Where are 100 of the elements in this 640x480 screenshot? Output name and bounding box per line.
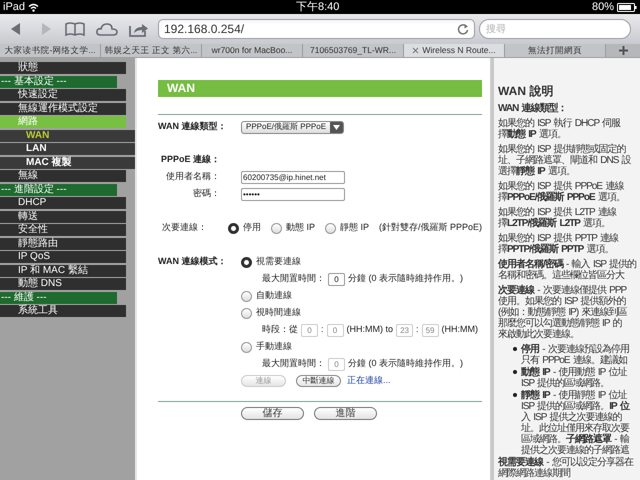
help-text: 址、子網路遮罩、閘道和 DNS 設 [498,155,632,166]
help-text: ISP 提供的區域網路。IP 位 [521,401,630,412]
field-label: (HH:MM) to [346,323,394,336]
plus-icon[interactable] [618,46,628,55]
action-button[interactable]: 中斷連線 [296,375,341,387]
bullet-icon [513,393,517,397]
field-label: : [321,323,324,336]
menu-item[interactable]: DHCP [0,197,126,209]
menu-item[interactable]: IP QoS [0,251,126,263]
form-button[interactable]: 儲存 [241,407,304,420]
clock-time: 下午8:40 [296,2,340,12]
help-text: 網際網路連線期間 [498,468,572,479]
menu-item[interactable]: 轉送 [0,210,126,222]
close-icon[interactable] [412,47,420,54]
field-label: 密碼： [192,187,220,200]
radio-label: 動態 IP [286,221,315,234]
help-text: 選擇靜態 IP 選項。 [498,166,576,177]
radio-label: 視時間連線 [256,306,301,320]
browser-tab[interactable]: 韩娱之天王 正文 第六... [101,44,202,57]
submenu-item[interactable]: LAN [0,143,135,155]
menu-item[interactable]: 安全性 [0,224,126,236]
wifi-icon [28,2,40,12]
field-label: (HH:MM) [442,323,478,336]
menu-section-header: --- 基本設定 --- [0,76,117,88]
menu-item[interactable]: 狀態 [0,62,126,74]
radio-button[interactable] [324,222,336,234]
help-text: 來啟動此次要連線。 [498,329,580,340]
help-text: 使用。如果您的 ISP 提供額外的 [498,296,627,307]
menu-item[interactable]: 靜態路由 [0,238,126,250]
browser-tab[interactable]: 7106503769_TL-WR... [303,44,404,57]
menu-item[interactable]: 無線 [0,170,126,182]
radio-button[interactable] [241,308,252,318]
help-text: 擇L2TP/俄羅斯 L2TP 選項。 [498,218,612,229]
help-text: 如果您的 ISP 執行 DHCP 伺服 [498,118,622,129]
radio-button[interactable] [228,222,239,234]
battery-icon [617,2,637,12]
menu-section-header: --- 維護 --- [0,292,117,304]
help-title: WAN 說明 [498,84,554,98]
menu-item[interactable]: 快速設定 [0,89,126,101]
section-title-bar: WAN [158,80,482,97]
radio-button[interactable] [270,222,282,234]
help-text: 如果您的 ISP 提供 PPTP 連線 [498,233,620,244]
field-label: 分鐘 (0 表示隨時維持作用。) [348,357,464,370]
number-field[interactable]: 0 [328,272,345,286]
browser-tab[interactable]: wr700n for MacBoo... [202,44,303,57]
help-text: 那麼您可以勾選動態/靜態 IP 的 [498,318,623,329]
radio-label: 靜態 IP [340,221,369,234]
connection-status: 正在連線... [347,374,391,388]
reload-icon [457,23,469,35]
help-text: WAN 連線類型： [498,103,568,114]
username-field[interactable]: 60200735@ip.hinet.net [241,170,345,184]
help-text: 區域網路。子網路遮罩 - 輸 [521,434,630,445]
device-name: iPad [3,2,26,12]
note-text: (針對雙存/俄羅斯 PPPoE) [378,221,482,234]
menu-section-header: --- 進階設定 --- [0,184,117,196]
radio-button[interactable] [241,290,252,302]
field-label: 使用者名稱： [165,170,220,184]
radio-button[interactable] [241,342,252,352]
menu-item[interactable]: 系統工具 [0,305,126,317]
help-text: 只有 PPPoE 連線。建議如 [521,355,628,366]
menu-item[interactable]: 動態 DNS [0,278,126,290]
radio-label: 自動連線 [256,289,292,302]
field-label: 最大閒置時間： [262,272,325,286]
browser-tab[interactable]: 大家读书院-网络文学... [0,44,101,57]
radio-label: 手動連線 [256,340,292,354]
search-field[interactable]: 搜尋 [479,19,631,39]
dropdown-arrow-icon [333,124,340,130]
dropdown-select[interactable]: PPPoE/俄羅斯 PPPoE [241,120,344,134]
browser-tab[interactable]: 無法打開網頁 [505,44,606,57]
submenu-item[interactable]: MAC 複製 [0,156,135,168]
field-label: 分鐘 (0 表示隨時維持作用。) [348,272,464,286]
password-field[interactable]: •••••• [241,188,345,200]
field-label: 次要連線： [160,221,207,234]
book-icon[interactable] [64,19,86,39]
menu-item[interactable]: 無線運作模式設定 [0,102,126,114]
bullet-icon [513,370,517,374]
help-text: 名稱和密碼。這些欄位皆區分大 [498,270,626,281]
radio-button[interactable] [241,256,252,268]
help-text: 次要連線 - 次要連線僅提供 PPP [498,285,628,296]
help-text: 入 ISP 提供之次要連線的 [521,412,623,423]
field-label: 時段：從 [262,323,298,336]
radio-label: 視需要連線 [256,255,301,268]
help-text: 址。此位址僅用來存取次要 [521,423,630,434]
help-text: 靜態 IP - 使用靜態 IP 位址 [521,390,627,401]
help-text: (例如：動態/靜態 IP) 來連線到區 [498,307,628,318]
help-text: 擇PPTP/俄羅斯 PPTP 選項。 [498,244,615,255]
address-bar[interactable]: 192.168.0.254/ [158,19,475,39]
menu-item[interactable]: IP 和 MAC 繫結 [0,264,126,276]
bullet-icon [513,347,517,351]
field-label: PPPoE 連線： [160,153,220,166]
form-button[interactable]: 進階 [314,407,377,420]
help-text: 擇動態 IP 選項。 [498,129,568,140]
field-label: 最大閒置時間： [262,357,325,370]
help-text: 使用者名稱/密碼 - 輸入 ISP 提供的 [498,259,638,270]
browser-tab[interactable]: Wireless N Route... [404,44,505,57]
battery-percent: 80% [592,2,614,12]
submenu-item[interactable]: WAN [0,130,135,142]
help-text: 提供之次要連線的子網路遮 [521,445,630,456]
help-text: 如果您的 ISP 提供 L2TP 連線 [498,207,618,218]
help-text: 視需要連線 - 您可以設定分享器在 [498,457,634,468]
